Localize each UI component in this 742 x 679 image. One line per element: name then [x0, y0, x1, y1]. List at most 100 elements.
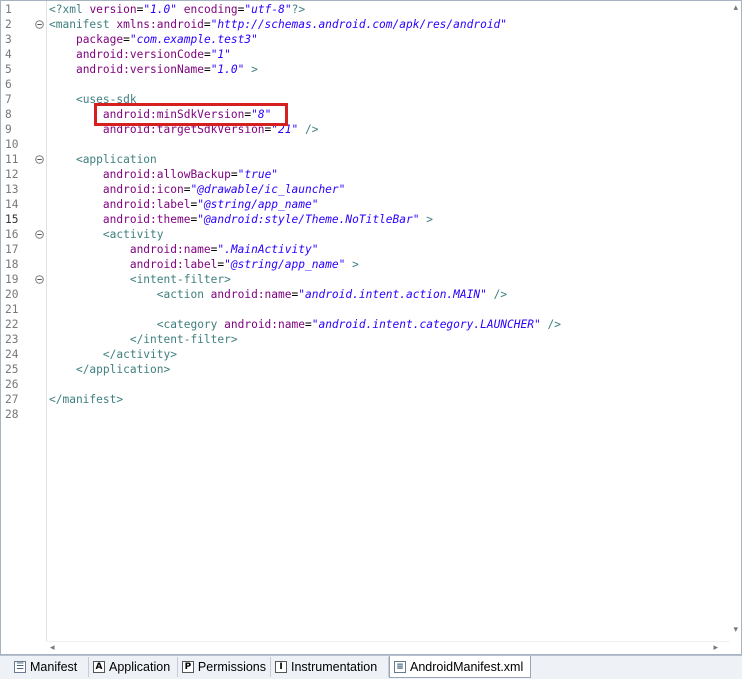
- code-token: android:allowBackup: [102, 168, 231, 181]
- code-token: "1.0": [210, 63, 245, 76]
- code-token: =: [304, 318, 312, 331]
- scroll-left-arrow-icon[interactable]: ◂: [50, 643, 55, 653]
- code-line[interactable]: 28: [1, 407, 731, 422]
- tab-androidmanifest-xml[interactable]: ≡ AndroidManifest.xml: [389, 656, 531, 678]
- fold-collapse-icon[interactable]: [35, 230, 44, 239]
- code-token: />: [486, 288, 508, 301]
- code-line[interactable]: 19 <intent-filter>: [1, 272, 731, 287]
- code-line[interactable]: 12 android:allowBackup="true": [1, 167, 731, 182]
- line-number: 25: [5, 363, 19, 376]
- code-text: android:label="@string/app_name" >: [49, 257, 359, 272]
- tab-permissions[interactable]: P Permissions: [178, 657, 271, 677]
- code-line[interactable]: 6: [1, 77, 731, 92]
- line-number: 7: [5, 93, 12, 106]
- line-number: 21: [5, 303, 19, 316]
- code-token: </activity>: [102, 348, 177, 361]
- code-line[interactable]: 16 <activity: [1, 227, 731, 242]
- code-line[interactable]: 4 android:versionCode="1": [1, 47, 731, 62]
- code-token: android:name: [210, 288, 292, 301]
- code-line[interactable]: 14 android:label="@string/app_name": [1, 197, 731, 212]
- line-number: 11: [5, 153, 19, 166]
- code-token: </intent-filter>: [129, 333, 238, 346]
- editor-page-tabs: ☰ Manifest A Application P Permissions I Instru…: [0, 655, 742, 679]
- code-token: "@drawable/ic_launcher": [190, 183, 346, 196]
- tab-label: Permissions: [197, 660, 266, 674]
- code-line[interactable]: 13 android:icon="@drawable/ic_launcher": [1, 182, 731, 197]
- code-text: android:icon="@drawable/ic_launcher": [49, 182, 346, 197]
- code-line[interactable]: 15 android:theme="@android:style/Theme.N…: [1, 212, 731, 227]
- code-line[interactable]: 23 </intent-filter>: [1, 332, 731, 347]
- code-line[interactable]: 24 </activity>: [1, 347, 731, 362]
- code-text: android:theme="@android:style/Theme.NoTi…: [49, 212, 433, 227]
- permissions-icon: P: [182, 661, 194, 673]
- code-token: <manifest: [49, 18, 117, 31]
- code-text: <category android:name="android.intent.c…: [49, 317, 561, 332]
- code-text: android:versionCode="1": [49, 47, 231, 62]
- scroll-right-arrow-icon[interactable]: ▸: [713, 643, 718, 653]
- code-token: =: [203, 63, 211, 76]
- code-token: =: [203, 48, 211, 61]
- xml-file-icon: ≡: [394, 660, 406, 673]
- line-number: 10: [5, 138, 19, 151]
- code-token: ?>: [291, 3, 306, 16]
- scroll-down-arrow-icon[interactable]: ▾: [733, 625, 738, 635]
- line-number: 14: [5, 198, 19, 211]
- code-token: "1": [210, 48, 231, 61]
- line-number: 16: [5, 228, 19, 241]
- fold-collapse-icon[interactable]: [35, 20, 44, 29]
- code-text: <?xml version="1.0" encoding="utf-8"?>: [49, 2, 305, 17]
- code-line[interactable]: 27 </manifest>: [1, 392, 731, 407]
- line-number: 3: [5, 33, 12, 46]
- tab-instrumentation[interactable]: I Instrumentation: [271, 657, 389, 677]
- code-token: </manifest>: [49, 393, 124, 406]
- code-token: "@android:style/Theme.NoTitleBar": [197, 213, 420, 226]
- fold-collapse-icon[interactable]: [35, 155, 44, 164]
- code-line[interactable]: 22 <category android:name="android.inten…: [1, 317, 731, 332]
- horizontal-scrollbar[interactable]: ◂ ▸: [46, 641, 730, 654]
- code-token: xmlns:android: [116, 18, 204, 31]
- tab-manifest[interactable]: ☰ Manifest: [10, 657, 89, 677]
- code-line[interactable]: 1 <?xml version="1.0" encoding="utf-8"?>: [1, 2, 731, 17]
- code-text: android:allowBackup="true": [49, 167, 278, 182]
- code-text: <intent-filter>: [49, 272, 231, 287]
- code-token: "utf-8": [244, 3, 292, 16]
- code-token: >: [244, 63, 258, 76]
- code-token: <application: [75, 153, 157, 166]
- code-line[interactable]: 17 android:name=".MainActivity": [1, 242, 731, 257]
- code-line[interactable]: 26: [1, 377, 731, 392]
- code-token: </application>: [75, 363, 171, 376]
- code-token: android:name: [129, 243, 211, 256]
- scroll-up-arrow-icon[interactable]: ▴: [733, 3, 738, 13]
- code-line[interactable]: 2 <manifest xmlns:android="http://schemas…: [1, 17, 731, 32]
- code-token: android:name: [224, 318, 305, 331]
- code-text: </application>: [49, 362, 170, 377]
- code-line[interactable]: 21: [1, 302, 731, 317]
- code-line[interactable]: 20 <action android:name="android.intent.…: [1, 287, 731, 302]
- tab-label: Application: [109, 660, 171, 674]
- application-icon: A: [93, 661, 105, 673]
- code-token: <intent-filter>: [129, 273, 231, 286]
- code-line[interactable]: 5 android:versionName="1.0" >: [1, 62, 731, 77]
- vertical-scrollbar[interactable]: ▴ ▾: [728, 1, 740, 641]
- tab-application[interactable]: A Application: [89, 657, 178, 677]
- code-line[interactable]: 25 </application>: [1, 362, 731, 377]
- code-line[interactable]: 10: [1, 137, 731, 152]
- xml-source-editor[interactable]: 1 <?xml version="1.0" encoding="utf-8"?> 2…: [0, 0, 742, 655]
- fold-collapse-icon[interactable]: [35, 275, 44, 284]
- manifest-icon: ☰: [14, 661, 26, 673]
- code-line[interactable]: 18 android:label="@string/app_name" >: [1, 257, 731, 272]
- highlight-box-min-sdk-version: [94, 103, 288, 126]
- code-line[interactable]: 3 package="com.example.test3": [1, 32, 731, 47]
- code-token: <action: [156, 288, 211, 301]
- code-line[interactable]: 11 <application: [1, 152, 731, 167]
- code-token: />: [298, 123, 319, 136]
